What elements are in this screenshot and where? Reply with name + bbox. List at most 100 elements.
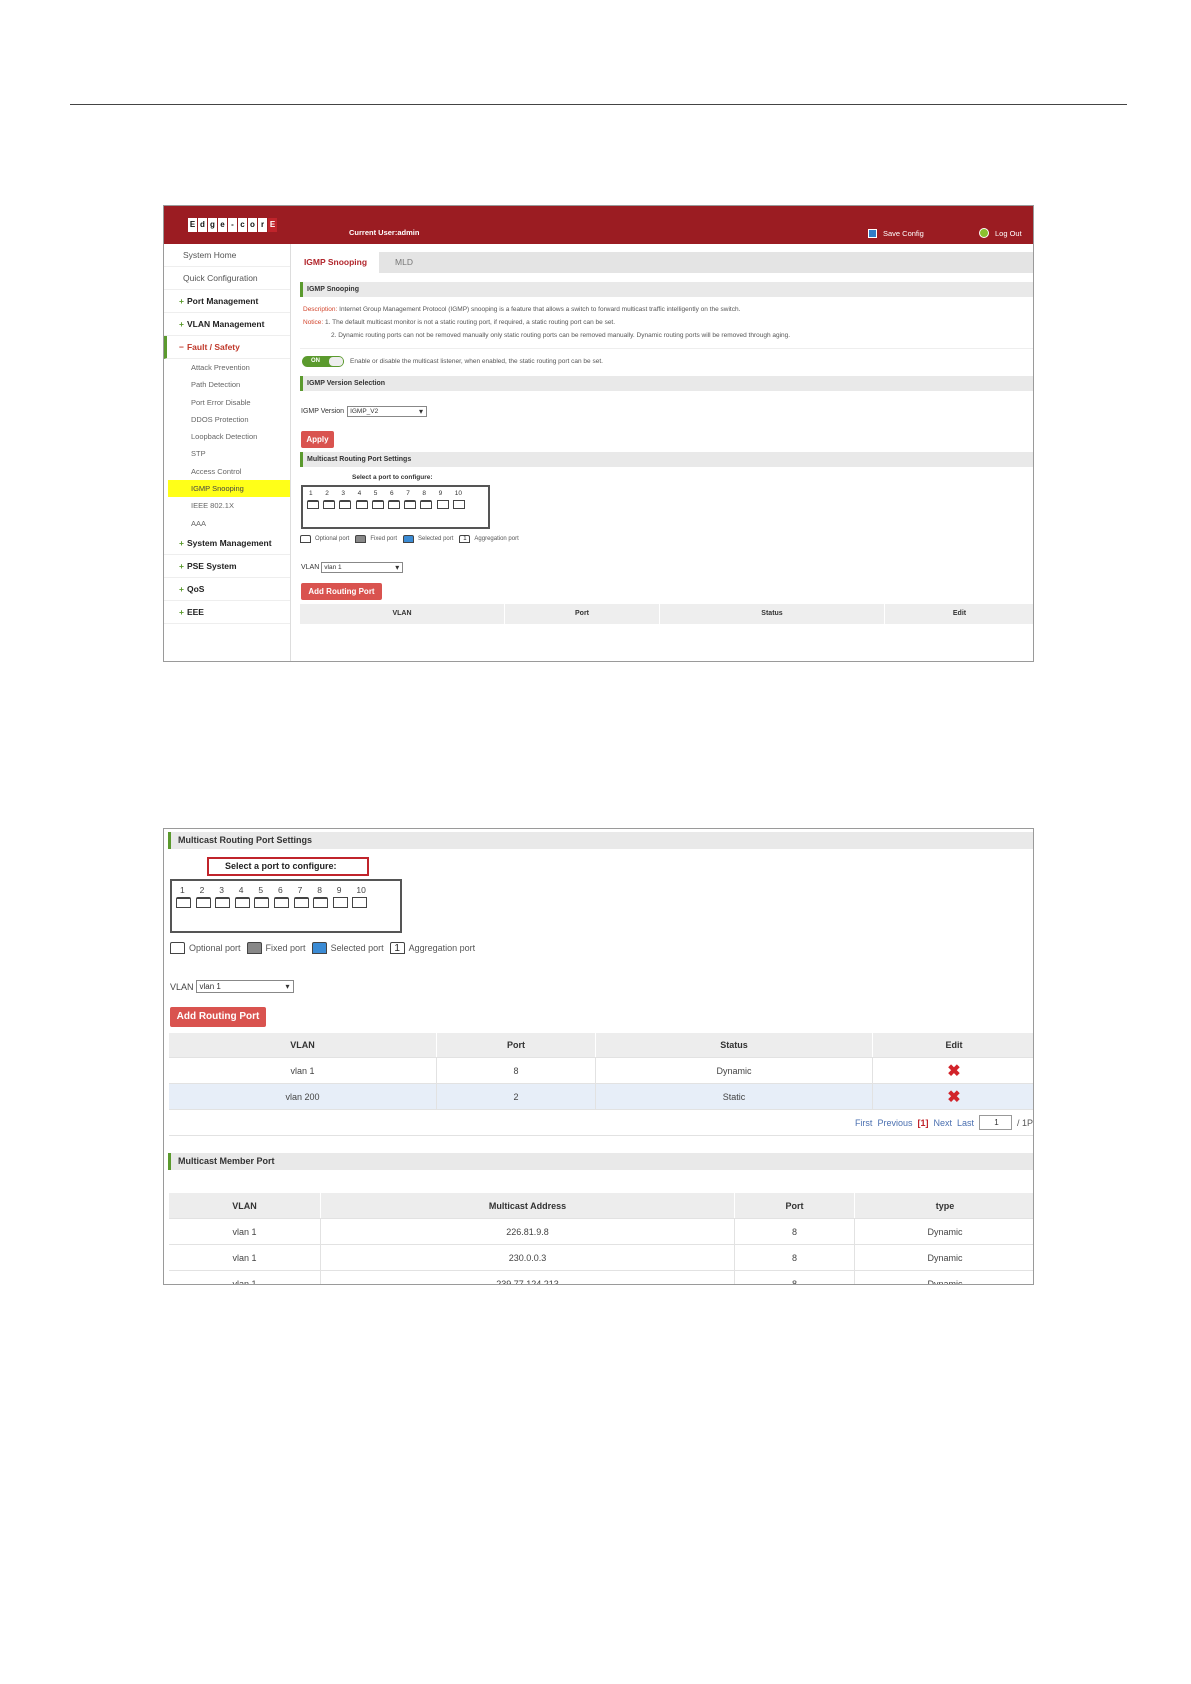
port-10-sfp-icon[interactable] — [452, 500, 465, 509]
sidebar-sub-loopback-detection[interactable]: Loopback Detection — [164, 428, 290, 445]
logo-letter: c — [238, 218, 247, 232]
vlan-row: VLAN vlan 1 — [300, 543, 1033, 581]
sidebar-item-port-management[interactable]: + Port Management — [164, 290, 290, 313]
port-number: 7 — [297, 885, 303, 895]
apply-button[interactable]: Apply — [301, 431, 334, 448]
col-port: Port — [735, 1193, 855, 1218]
sidebar-sub-ddos-protection[interactable]: DDOS Protection — [164, 411, 290, 428]
port-2-icon[interactable] — [323, 500, 336, 509]
port-1-icon[interactable] — [176, 897, 191, 908]
pager-current: [1] — [917, 1117, 929, 1128]
sidebar-item-quick-configuration[interactable]: Quick Configuration — [164, 267, 290, 290]
pager-total: / 1P — [1016, 1117, 1033, 1128]
routing-table-header: VLAN Port Status Edit — [169, 1033, 1033, 1058]
sidebar-sub-port-error-disable[interactable]: Port Error Disable — [164, 394, 290, 411]
port-number: 4 — [238, 885, 244, 895]
cell-status: Static — [596, 1084, 873, 1109]
port-panel: 1 2 3 4 5 6 7 8 9 10 — [170, 879, 402, 933]
vlan-label: VLAN — [170, 981, 194, 992]
port-number: 3 — [219, 885, 224, 895]
col-status: Status — [660, 604, 885, 624]
port-7-icon[interactable] — [293, 897, 309, 908]
sidebar-label: QoS — [186, 583, 205, 594]
description-text: Internet Group Management Protocol (IGMP… — [339, 306, 741, 313]
sidebar-label: Fault / Safety — [186, 342, 240, 352]
sidebar-item-fault-safety[interactable]: − Fault / Safety — [164, 336, 290, 359]
port-5-icon[interactable] — [371, 500, 384, 509]
multicast-toggle[interactable]: ON — [302, 356, 344, 367]
sidebar-item-qos[interactable]: + QoS — [164, 578, 290, 601]
sidebar-sub-access-control[interactable]: Access Control — [164, 463, 290, 480]
sidebar-sub-attack-prevention[interactable]: Attack Prevention — [164, 359, 290, 376]
tab-igmp-snooping[interactable]: IGMP Snooping — [292, 252, 379, 273]
sidebar-item-pse-system[interactable]: + PSE System — [164, 555, 290, 578]
vlan-select[interactable]: vlan 1 — [195, 980, 294, 993]
port-8-icon[interactable] — [313, 897, 329, 908]
sidebar-item-eee[interactable]: + EEE — [164, 601, 290, 624]
port-4-icon[interactable] — [234, 897, 250, 908]
port-8-icon[interactable] — [420, 500, 433, 509]
port-10-sfp-icon[interactable] — [352, 897, 368, 908]
port-7-icon[interactable] — [404, 500, 417, 509]
pager: First Previous [1] Next Last 1 / 1P — [855, 1110, 1033, 1135]
cell-port: 8 — [735, 1245, 855, 1270]
sidebar-sub-path-detection[interactable]: Path Detection — [164, 376, 290, 393]
log-out-label: Log Out — [995, 228, 1022, 238]
col-type: type — [855, 1193, 1033, 1218]
sidebar-item-system-home[interactable]: System Home — [164, 244, 290, 267]
pager-next[interactable]: Next — [933, 1118, 952, 1128]
save-config-button[interactable]: Save Config — [868, 229, 924, 238]
legend-label: Optional port — [315, 536, 350, 542]
add-routing-port-button[interactable]: Add Routing Port — [170, 1007, 266, 1027]
port-6-icon[interactable] — [274, 897, 289, 908]
port-legend: Optional port Fixed port Selected port 1 Agg… — [170, 942, 477, 954]
plus-icon: + — [179, 296, 184, 306]
page-input[interactable]: 1 — [978, 1115, 1012, 1130]
port-3-icon[interactable] — [339, 500, 352, 509]
cell-address: 226.81.9.8 — [321, 1219, 735, 1244]
port-number: 5 — [373, 490, 378, 497]
port-6-icon[interactable] — [388, 500, 400, 509]
aggregation-port-icon: 1 — [389, 942, 405, 954]
sidebar-sub-stp[interactable]: STP — [164, 445, 290, 462]
port-3-icon[interactable] — [215, 897, 231, 908]
notice-2: 2. Dynamic routing ports can not be remo… — [331, 332, 791, 339]
sidebar-sub-ieee-8021x[interactable]: IEEE 802.1X — [164, 497, 290, 514]
routing-table-header: VLAN Port Status Edit — [300, 604, 1033, 624]
delete-icon[interactable]: ✖ — [947, 1087, 960, 1107]
pager-first[interactable]: First — [855, 1118, 873, 1128]
pager-previous[interactable]: Previous — [877, 1118, 912, 1128]
port-1-icon[interactable] — [307, 500, 319, 509]
pager-row: First Previous [1] Next Last 1 / 1P — [169, 1110, 1033, 1136]
version-select[interactable]: IGMP_V2 — [347, 405, 428, 417]
tab-mld[interactable]: MLD — [379, 252, 429, 273]
sidebar-sub-igmp-snooping[interactable]: IGMP Snooping — [168, 480, 290, 498]
add-routing-port-button[interactable]: Add Routing Port — [301, 583, 382, 600]
toggle-description: Enable or disable the multicast listener… — [350, 358, 603, 365]
pager-last[interactable]: Last — [957, 1118, 974, 1128]
sidebar-item-vlan-management[interactable]: + VLAN Management — [164, 313, 290, 336]
table-row: vlan 1 226.81.9.8 8 Dynamic — [169, 1219, 1033, 1245]
legend-label: Optional port — [189, 943, 241, 953]
cell-vlan: vlan 1 — [169, 1271, 321, 1284]
sidebar-sub-aaa[interactable]: AAA — [164, 515, 290, 532]
port-9-sfp-icon[interactable] — [436, 500, 449, 509]
port-number: 1 — [180, 885, 185, 895]
log-out-button[interactable]: Log Out — [979, 228, 1022, 238]
cell-vlan: vlan 1 — [169, 1058, 437, 1083]
col-port: Port — [437, 1033, 596, 1057]
port-4-icon[interactable] — [355, 500, 368, 509]
table-row: vlan 200 2 Static ✖ — [169, 1084, 1033, 1110]
sidebar-item-system-management[interactable]: + System Management — [164, 532, 290, 555]
logo-letter: E — [268, 218, 277, 232]
port-5-icon[interactable] — [254, 897, 270, 908]
port-2-icon[interactable] — [195, 897, 211, 908]
current-user-label: Current User:admin — [349, 228, 420, 237]
plus-icon: + — [179, 537, 184, 548]
port-9-sfp-icon[interactable] — [332, 897, 348, 908]
description-block: Description: Internet Group Management P… — [300, 297, 1033, 348]
cell-type: Dynamic — [927, 1252, 963, 1263]
vlan-select[interactable]: vlan 1 — [321, 561, 404, 573]
delete-icon[interactable]: ✖ — [947, 1061, 960, 1081]
col-vlan: VLAN — [169, 1033, 437, 1057]
